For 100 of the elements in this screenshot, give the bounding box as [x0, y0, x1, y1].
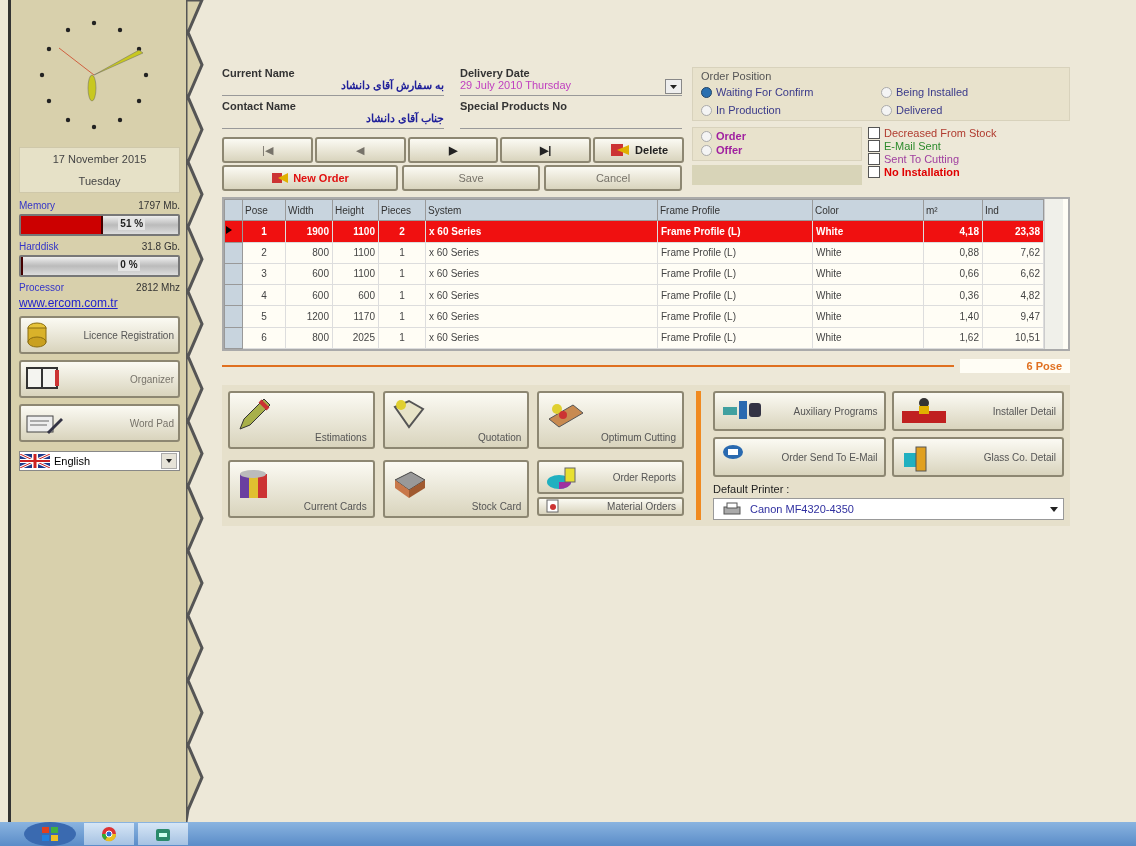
table-cell: 0,66 [923, 263, 983, 285]
checkbox-option[interactable]: Sent To Cutting [868, 153, 997, 165]
module-button[interactable]: Estimations [228, 391, 375, 449]
report-button[interactable]: Order Reports [537, 460, 684, 494]
radio-option[interactable]: In Production [701, 104, 881, 116]
tool-button[interactable]: Auxiliary Programs [713, 391, 886, 431]
delete-icon [609, 142, 632, 158]
table-cell: 4 [242, 284, 286, 306]
column-header[interactable]: Color [812, 199, 924, 221]
column-header[interactable]: System [425, 199, 658, 221]
vertical-scrollbar[interactable] [1044, 199, 1063, 349]
column-header[interactable]: m² [923, 199, 983, 221]
tool-button[interactable]: Order Send To E-Mail [713, 437, 886, 477]
column-header[interactable]: Pose [242, 199, 286, 221]
table-cell: 1,40 [923, 305, 983, 328]
table-cell: 2 [242, 242, 286, 264]
contact-name-field[interactable]: جناب آقای دانشاد [222, 112, 444, 129]
row-marker[interactable] [224, 327, 243, 349]
language-dropdown[interactable]: English [19, 451, 180, 471]
table-cell: 1100 [332, 263, 379, 285]
table-cell: 9,47 [982, 305, 1044, 328]
new-order-icon [271, 171, 290, 185]
table-cell: White [812, 327, 924, 349]
row-marker[interactable] [224, 242, 243, 264]
table-cell: 1 [378, 242, 426, 264]
new-order-button[interactable]: New Order [222, 165, 398, 191]
radio-option[interactable]: Order [701, 130, 853, 142]
table-cell: 800 [285, 242, 333, 264]
printer-label: Default Printer : [713, 483, 790, 495]
printer-dropdown[interactable]: Canon MF4320-4350 [713, 498, 1064, 520]
harddisk-value: 31.8 Gb. [141, 241, 180, 252]
column-header[interactable]: Pieces [378, 199, 426, 221]
column-header[interactable]: Width [285, 199, 333, 221]
envelope-icon [721, 443, 745, 461]
table-cell: x 60 Series [425, 263, 658, 285]
checkbox-option[interactable]: Decreased From Stock [868, 127, 997, 139]
pose-count: 6 Pose [960, 359, 1070, 373]
table-cell: 1 [378, 284, 426, 306]
navigation-button[interactable]: ▶ [407, 137, 499, 163]
table-cell: White [812, 242, 924, 264]
radio-option[interactable]: Delivered [881, 104, 1061, 116]
module-button[interactable]: Optimum Cutting [537, 391, 684, 449]
memory-value: 1797 Mb. [138, 200, 180, 211]
navigation-button[interactable]: ▶| [500, 137, 592, 163]
table-cell: 1170 [332, 305, 379, 328]
table-cell: 600 [285, 284, 333, 306]
website-link[interactable]: www.ercom.com.tr [19, 296, 180, 310]
table-cell: 4,82 [982, 284, 1044, 306]
table-cell: x 60 Series [425, 284, 658, 306]
table-cell: 6,62 [982, 263, 1044, 285]
module-button[interactable]: Current Cards [228, 460, 375, 518]
row-header [224, 199, 243, 221]
table-cell: 1 [378, 327, 426, 349]
report-button[interactable]: Material Orders [537, 497, 684, 516]
checkbox-option[interactable]: E-Mail Sent [868, 140, 997, 152]
row-marker[interactable] [224, 220, 243, 243]
row-marker[interactable] [224, 263, 243, 285]
date-label: 17 November 2015 [51, 152, 148, 167]
checkbox-option[interactable]: No Installation [868, 166, 997, 178]
sidebar-button[interactable]: Licence Registration [19, 316, 180, 354]
group-title: Order Position [701, 70, 772, 82]
table-cell: White [812, 284, 924, 306]
radio-option[interactable]: Waiting For Confirm [701, 86, 881, 98]
browser-icon[interactable] [101, 826, 117, 842]
column-header[interactable]: Height [332, 199, 379, 221]
radio-option[interactable]: Being Installed [881, 86, 1061, 98]
flag-icon [20, 454, 50, 468]
radio-option[interactable]: Offer [701, 144, 853, 156]
field-label: Special Products No [460, 100, 568, 112]
app-icon[interactable] [155, 826, 171, 842]
current-name-field[interactable]: به سفارش آقای دانشاد [222, 79, 444, 96]
table-cell: 1200 [285, 305, 333, 328]
table-cell: x 60 Series [425, 327, 658, 349]
meter-reading: 51 % [118, 218, 146, 230]
table-cell: 1,62 [923, 327, 983, 349]
table-cell: 800 [285, 327, 333, 349]
field-label: Delivery Date [460, 67, 531, 79]
tool-button[interactable]: Glass Co. Detail [891, 437, 1064, 477]
processor-label: Processor [19, 282, 64, 293]
module-button[interactable]: Stock Card [382, 460, 530, 518]
table-cell: 3 [242, 263, 286, 285]
table-cell: x 60 Series [425, 242, 658, 264]
harddisk-label: Harddisk [19, 241, 59, 252]
worker-icon [899, 397, 948, 425]
table-cell: Frame Profile (L) [657, 327, 813, 349]
meter-reading: 0 % [118, 259, 140, 271]
row-marker[interactable] [224, 284, 243, 306]
tool-button[interactable]: Installer Detail [891, 391, 1064, 431]
module-button[interactable]: Quotation [382, 391, 530, 449]
column-header[interactable]: Ind [982, 199, 1044, 221]
table-cell: 6 [242, 327, 286, 349]
delivery-date-picker[interactable]: 29 July 2010 Thursday [460, 79, 682, 96]
delete-button[interactable]: Delete [593, 137, 684, 163]
table-cell: 600 [285, 263, 333, 285]
table-cell: Frame Profile (L) [657, 284, 813, 306]
column-header[interactable]: Frame Profile [657, 199, 813, 221]
row-marker[interactable] [224, 305, 243, 328]
table-cell: 2025 [332, 327, 379, 349]
pencil-icon [236, 397, 272, 431]
field-label: Current Name [222, 67, 296, 79]
